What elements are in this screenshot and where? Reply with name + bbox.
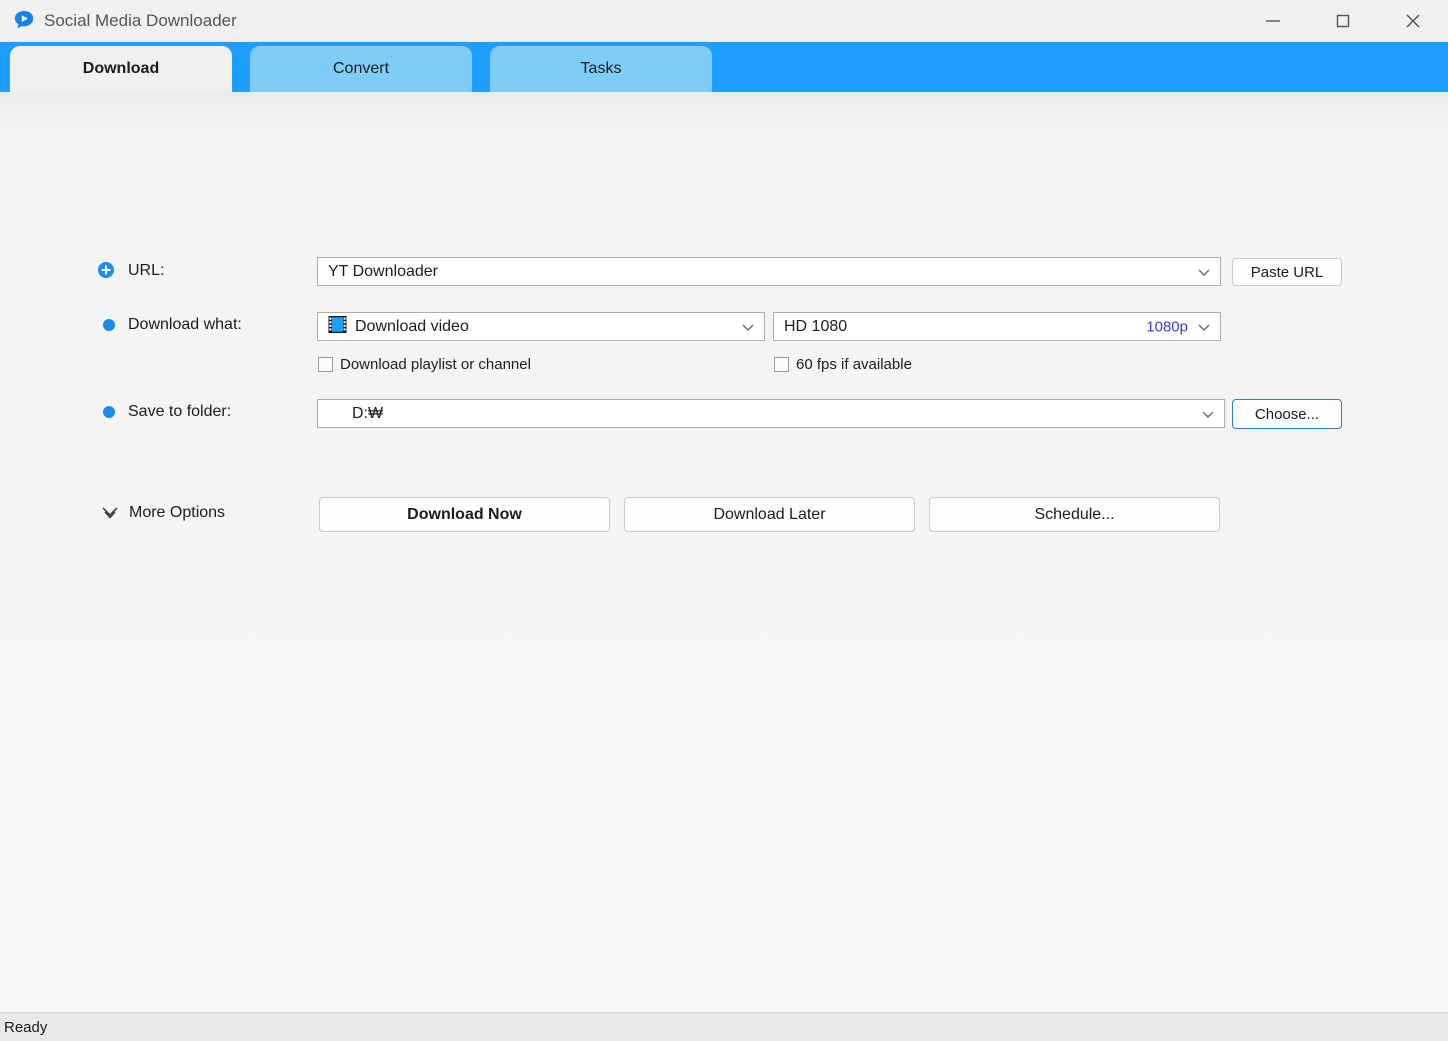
download-what-select[interactable]: Download video (317, 312, 765, 341)
chevron-down-icon (1200, 406, 1216, 422)
choose-folder-button[interactable]: Choose... (1232, 399, 1342, 429)
quality-select[interactable]: HD 1080 1080p (773, 312, 1221, 341)
download-later-button[interactable]: Download Later (624, 497, 915, 532)
chevron-down-icon (1196, 319, 1212, 335)
paste-url-button[interactable]: Paste URL (1232, 258, 1342, 286)
tab-download[interactable]: Download (10, 46, 232, 92)
checkbox-box (318, 357, 333, 372)
more-options-toggle[interactable]: More Options (100, 504, 225, 522)
more-options-label: More Options (129, 504, 226, 521)
download-playlist-checkbox-label: Download playlist or channel (340, 356, 531, 373)
tab-strip: Download Convert Tasks (0, 42, 1448, 120)
minimize-button[interactable] (1250, 0, 1296, 42)
download-now-button-label: Download Now (407, 505, 522, 523)
quality-badge: 1080p (1146, 318, 1188, 335)
download-what-value: Download video (355, 317, 469, 335)
save-to-folder-label: Save to folder: (128, 403, 232, 420)
content-area: URL: YT Downloader Paste URL Download wh… (0, 92, 1448, 1012)
status-text: Ready (4, 1018, 48, 1036)
chevron-down-icon (1196, 264, 1212, 280)
film-strip-icon (328, 315, 347, 339)
save-to-folder-value: D:₩ (352, 404, 384, 422)
double-chevron-down-icon (100, 505, 120, 521)
tab-tasks[interactable]: Tasks (490, 46, 712, 92)
sixty-fps-checkbox[interactable]: 60 fps if available (774, 356, 912, 373)
checkbox-box (774, 357, 789, 372)
download-later-button-label: Download Later (713, 505, 826, 523)
choose-folder-button-label: Choose... (1254, 405, 1320, 423)
quality-value: HD 1080 (784, 317, 848, 335)
tab-tasks-label: Tasks (580, 60, 622, 77)
close-button[interactable] (1390, 0, 1436, 42)
app-icon (12, 9, 36, 33)
tab-download-label: Download (82, 60, 160, 77)
url-input[interactable]: YT Downloader (317, 257, 1221, 286)
status-bar: Ready (0, 1012, 1448, 1041)
sixty-fps-checkbox-label: 60 fps if available (796, 356, 912, 373)
paste-url-button-label: Paste URL (1250, 263, 1324, 281)
maximize-button[interactable] (1320, 0, 1366, 42)
save-to-folder-bullet-icon (103, 406, 115, 418)
download-what-bullet-icon (103, 319, 115, 331)
download-now-button[interactable]: Download Now (319, 497, 610, 532)
chevron-down-icon (740, 319, 756, 335)
url-label: URL: (128, 262, 165, 279)
save-to-folder-input[interactable]: D:₩ (317, 399, 1225, 428)
download-playlist-checkbox[interactable]: Download playlist or channel (318, 356, 531, 373)
url-input-value: YT Downloader (328, 262, 438, 280)
download-what-label: Download what: (128, 316, 242, 333)
schedule-button[interactable]: Schedule... (929, 497, 1220, 532)
window-title: Social Media Downloader (44, 11, 237, 30)
tab-convert-label: Convert (332, 60, 390, 77)
plus-circle-icon (98, 262, 114, 278)
tab-convert[interactable]: Convert (250, 46, 472, 92)
title-bar: Social Media Downloader (0, 0, 1448, 42)
schedule-button-label: Schedule... (1034, 505, 1115, 523)
